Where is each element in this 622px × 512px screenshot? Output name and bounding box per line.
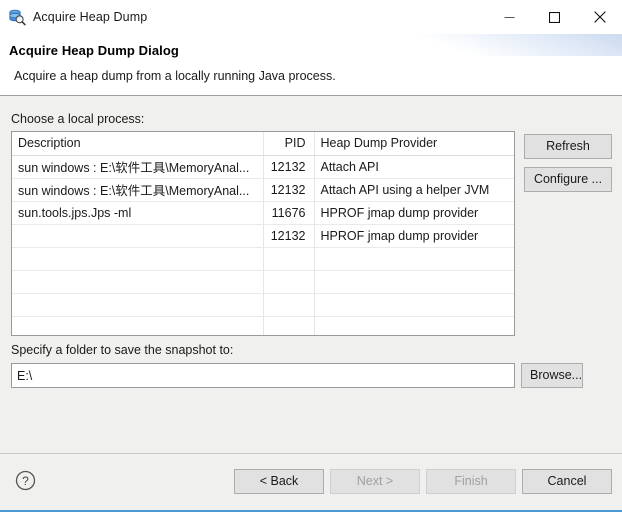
configure-button[interactable]: Configure ...: [524, 167, 612, 192]
next-button: Next >: [330, 469, 420, 494]
back-button[interactable]: < Back: [234, 469, 324, 494]
page-title: Acquire Heap Dump Dialog: [9, 43, 179, 58]
help-question-icon[interactable]: ?: [15, 470, 36, 491]
cell-provider: Attach API using a helper JVM: [314, 178, 514, 202]
process-table[interactable]: Description PID Heap Dump Provider sun w…: [11, 131, 515, 336]
folder-path-input[interactable]: [11, 363, 515, 388]
cell-pid: 12132: [263, 224, 315, 248]
cell-description: sun.tools.jps.Jps -ml: [12, 201, 264, 225]
table-row[interactable]: 12132 HPROF jmap dump provider: [12, 224, 514, 248]
table-row[interactable]: sun windows : E:\软件工具\MemoryAnal... 1213…: [12, 155, 514, 179]
heap-dump-search-icon: [8, 8, 26, 26]
dialog-body: Choose a local process: Description PID …: [0, 97, 622, 453]
table-row[interactable]: sun windows : E:\软件工具\MemoryAnal... 1213…: [12, 178, 514, 202]
cell-description: sun windows : E:\软件工具\MemoryAnal...: [12, 155, 264, 179]
column-header-pid[interactable]: PID: [263, 132, 315, 156]
wizard-buttons: < Back Next > Finish Cancel: [234, 469, 612, 494]
browse-button[interactable]: Browse...: [521, 363, 583, 388]
table-side-buttons: Refresh Configure ...: [524, 134, 612, 200]
cell-provider: HPROF jmap dump provider: [314, 201, 514, 225]
table-empty-row: [12, 247, 514, 271]
cell-description: [12, 224, 264, 248]
table-row[interactable]: sun.tools.jps.Jps -ml 11676 HPROF jmap d…: [12, 201, 514, 225]
minimize-icon[interactable]: [487, 0, 532, 34]
cell-provider: Attach API: [314, 155, 514, 179]
table-header-row: Description PID Heap Dump Provider: [12, 132, 514, 156]
cell-pid: 11676: [263, 201, 315, 225]
maximize-icon[interactable]: [532, 0, 577, 34]
title-bar: Acquire Heap Dump: [0, 0, 622, 34]
svg-text:?: ?: [22, 474, 29, 488]
cell-provider: HPROF jmap dump provider: [314, 224, 514, 248]
dialog-header: Acquire Heap Dump Dialog Acquire a heap …: [0, 34, 622, 96]
window-title: Acquire Heap Dump: [33, 10, 148, 24]
acquire-heap-dump-dialog: Acquire Heap Dump Acquire Heap Dump Dial…: [0, 0, 622, 512]
window-controls: [487, 0, 622, 34]
folder-label: Specify a folder to save the snapshot to…: [11, 343, 234, 357]
column-header-provider[interactable]: Heap Dump Provider: [314, 132, 514, 156]
cancel-button[interactable]: Cancel: [522, 469, 612, 494]
column-header-description[interactable]: Description: [12, 132, 264, 156]
close-icon[interactable]: [577, 0, 622, 34]
choose-process-label: Choose a local process:: [11, 112, 145, 126]
header-gradient-decoration: [412, 34, 622, 56]
refresh-button[interactable]: Refresh: [524, 134, 612, 159]
cell-pid: 12132: [263, 178, 315, 202]
finish-button: Finish: [426, 469, 516, 494]
page-description: Acquire a heap dump from a locally runni…: [14, 69, 336, 83]
table-empty-row: [12, 270, 514, 294]
cell-description: sun windows : E:\软件工具\MemoryAnal...: [12, 178, 264, 202]
table-empty-row: [12, 316, 514, 335]
table-body: sun windows : E:\软件工具\MemoryAnal... 1213…: [12, 155, 514, 335]
dialog-footer: ? < Back Next > Finish Cancel: [0, 454, 622, 510]
table-empty-row: [12, 293, 514, 317]
cell-pid: 12132: [263, 155, 315, 179]
